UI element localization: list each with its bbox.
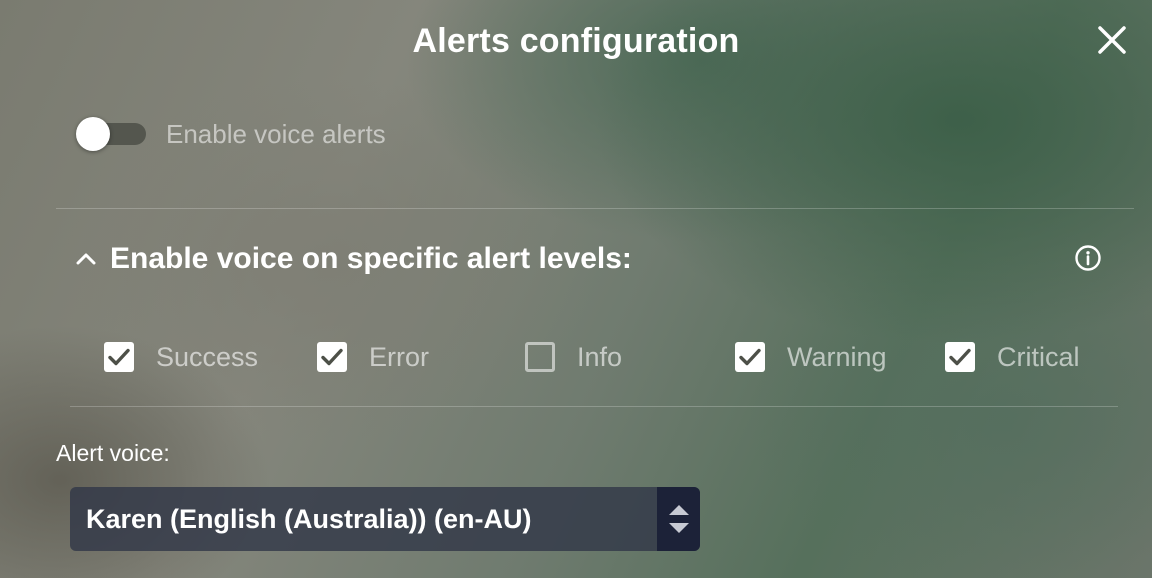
alert-voice-label: Alert voice:: [56, 440, 170, 466]
check-icon: [321, 348, 343, 366]
success-checkbox[interactable]: [104, 342, 134, 372]
info-button[interactable]: [1074, 244, 1102, 272]
info-icon: [1075, 245, 1101, 271]
check-icon: [949, 348, 971, 366]
alert-levels-title: Enable voice on specific alert levels:: [110, 242, 632, 275]
close-icon: [1098, 26, 1126, 54]
critical-checkbox[interactable]: [945, 342, 975, 372]
warning-checkbox[interactable]: [735, 342, 765, 372]
voice-alerts-toggle-row: Enable voice alerts: [76, 114, 386, 154]
select-arrows[interactable]: [657, 487, 700, 551]
info-checkbox[interactable]: [525, 342, 555, 372]
error-checkbox[interactable]: [317, 342, 347, 372]
divider: [70, 406, 1118, 407]
level-warning[interactable]: Warning: [735, 340, 887, 374]
alerts-configuration-dialog: Alerts configuration Enable voice alerts…: [0, 0, 1152, 578]
warning-label: Warning: [787, 341, 887, 372]
critical-label: Critical: [997, 341, 1080, 372]
check-icon: [108, 348, 130, 366]
success-label: Success: [156, 341, 259, 372]
voice-alerts-label: Enable voice alerts: [166, 118, 386, 149]
level-info[interactable]: Info: [525, 340, 622, 374]
level-success[interactable]: Success: [104, 340, 258, 374]
alert-voice-select[interactable]: Karen (English (Australia)) (en-AU): [70, 487, 700, 551]
level-error[interactable]: Error: [317, 340, 429, 374]
level-critical[interactable]: Critical: [945, 340, 1080, 374]
alert-voice-selected-value: Karen (English (Australia)) (en-AU): [86, 503, 532, 534]
chevron-up-icon: [76, 253, 96, 265]
divider: [56, 208, 1134, 209]
close-button[interactable]: [1094, 22, 1130, 58]
alert-levels-collapse-toggle[interactable]: Enable voice on specific alert levels:: [74, 238, 632, 280]
dialog-title: Alerts configuration: [412, 22, 740, 60]
check-icon: [739, 348, 761, 366]
toggle-knob: [76, 117, 110, 151]
info-label: Info: [577, 341, 623, 372]
voice-alerts-toggle[interactable]: [76, 117, 146, 151]
error-label: Error: [369, 341, 429, 372]
up-down-arrows-icon: [668, 505, 689, 533]
